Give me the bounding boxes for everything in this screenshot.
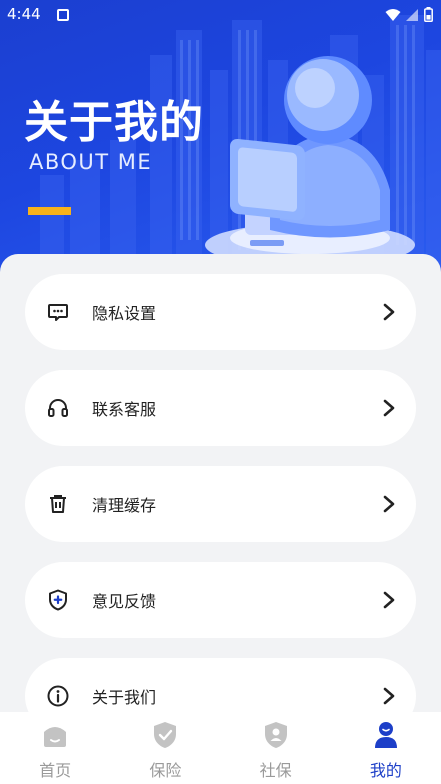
page-subtitle: ABOUT ME bbox=[29, 150, 153, 174]
menu-item-label: 关于我们 bbox=[92, 688, 157, 707]
tab-home[interactable]: 首页 bbox=[0, 712, 110, 784]
chevron-right-icon bbox=[383, 591, 395, 609]
menu-item-feedback[interactable]: 意见反馈 bbox=[25, 562, 416, 638]
shield-check-icon bbox=[154, 722, 177, 748]
status-bar: 4:44 bbox=[0, 0, 441, 30]
accent-underline bbox=[28, 207, 71, 215]
header-banner: 4:44 关于我的 ABOUT ME bbox=[0, 0, 441, 275]
headset-icon bbox=[48, 399, 68, 417]
tab-label: 我的 bbox=[369, 761, 402, 780]
chevron-right-icon bbox=[383, 687, 395, 705]
user-3d-illustration bbox=[205, 56, 415, 265]
tab-insurance[interactable]: 保险 bbox=[110, 712, 220, 784]
trash-icon bbox=[50, 495, 66, 513]
tab-label: 首页 bbox=[39, 761, 72, 780]
home-icon bbox=[44, 727, 67, 747]
chevron-right-icon bbox=[383, 399, 395, 417]
tab-mine[interactable]: 我的 bbox=[331, 712, 441, 784]
menu-item-clear-cache[interactable]: 清理缓存 bbox=[25, 466, 416, 542]
shield-person-icon bbox=[264, 722, 287, 748]
tab-social-security[interactable]: 社保 bbox=[221, 712, 331, 784]
menu-item-label: 清理缓存 bbox=[92, 496, 157, 515]
message-dots-icon bbox=[48, 304, 68, 321]
shield-plus-icon bbox=[49, 589, 67, 611]
menu-item-label: 意见反馈 bbox=[92, 592, 157, 611]
tab-label: 保险 bbox=[149, 761, 182, 780]
status-time: 4:44 bbox=[7, 5, 41, 23]
tab-label: 社保 bbox=[259, 761, 292, 780]
status-indicators bbox=[385, 7, 433, 22]
user-icon bbox=[374, 722, 397, 748]
chevron-right-icon bbox=[383, 495, 395, 513]
menu-item-about-us[interactable]: 关于我们 bbox=[25, 658, 416, 714]
menu-item-label: 隐私设置 bbox=[92, 304, 157, 323]
notification-app-icon bbox=[57, 9, 69, 21]
wifi-icon bbox=[385, 8, 401, 21]
menu-item-customer-service[interactable]: 联系客服 bbox=[25, 370, 416, 446]
page-title: 关于我的 bbox=[24, 97, 204, 148]
menu-panel: 隐私设置 联系客服 清理缓存 意见反馈 关于我们 bbox=[0, 254, 441, 714]
battery-icon bbox=[424, 7, 433, 22]
menu-item-label: 联系客服 bbox=[92, 400, 157, 419]
info-circle-icon bbox=[47, 685, 69, 707]
cellular-signal-icon bbox=[406, 8, 418, 21]
menu-item-privacy-settings[interactable]: 隐私设置 bbox=[25, 274, 416, 350]
chevron-right-icon bbox=[383, 303, 395, 321]
bottom-tab-bar: 首页 保险 社保 我的 bbox=[0, 712, 441, 784]
